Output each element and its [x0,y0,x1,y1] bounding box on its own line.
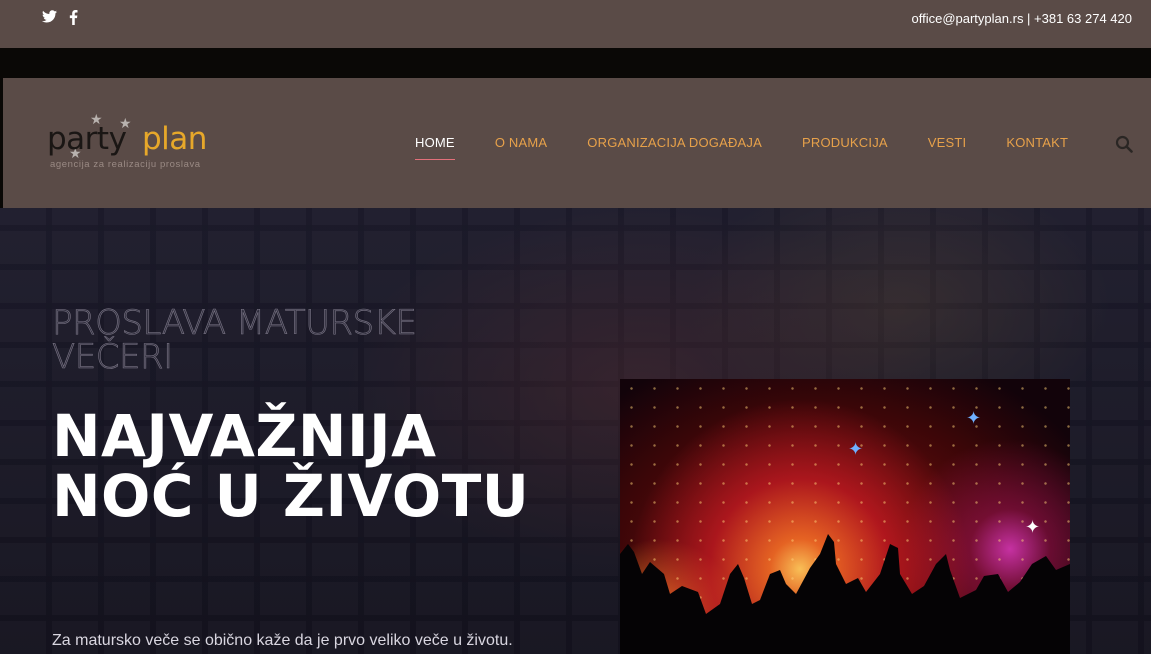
hero-intro-text: Za matursko veče se obično kaže da je pr… [52,632,513,649]
nav-item-o-nama[interactable]: O NAMA [495,135,547,150]
facebook-icon[interactable] [69,10,78,29]
nav-item-kontakt[interactable]: KONTAKT [1006,135,1068,150]
nav-item-vesti[interactable]: VESTI [928,135,967,150]
sparkle-icon: ✦ [848,439,864,459]
top-bar: office@partyplan.rs | +381 63 274 420 [0,0,1151,48]
logo-text-plan: plan [142,121,207,157]
hero-subtitle: PROSLAVA MATURSKE VEČERI [52,303,418,377]
logo-text-party: party [47,121,127,157]
hero-section: PROSLAVA MATURSKE VEČERI NAJVAŽNIJA NOĆ … [0,208,1151,654]
contact-info[interactable]: office@partyplan.rs | +381 63 274 420 [911,11,1132,26]
main-nav: HOME O NAMA ORGANIZACIJA DOGAĐAJA PRODUK… [415,135,1108,160]
nav-item-produkcija[interactable]: PRODUKCIJA [802,135,888,150]
twitter-icon[interactable] [42,10,57,29]
nav-item-home[interactable]: HOME [415,135,455,160]
search-icon[interactable] [1115,135,1133,153]
hero-party-image: ✦ ✦ ✦ [620,379,1070,654]
hero-headline: NAJVAŽNIJA NOĆ U ŽIVOTU [52,402,530,530]
site-header: ★ ★ ★ party plan agencija za realizaciju… [3,78,1151,208]
sparkle-icon: ✦ [966,408,982,428]
social-links [42,10,78,29]
crowd-silhouette [620,534,1070,654]
logo-tagline: agencija za realizaciju proslava [50,159,201,170]
nav-item-organizacija-dogadjaja[interactable]: ORGANIZACIJA DOGAĐAJA [587,135,762,150]
logo[interactable]: ★ ★ ★ party plan agencija za realizaciju… [47,111,237,171]
